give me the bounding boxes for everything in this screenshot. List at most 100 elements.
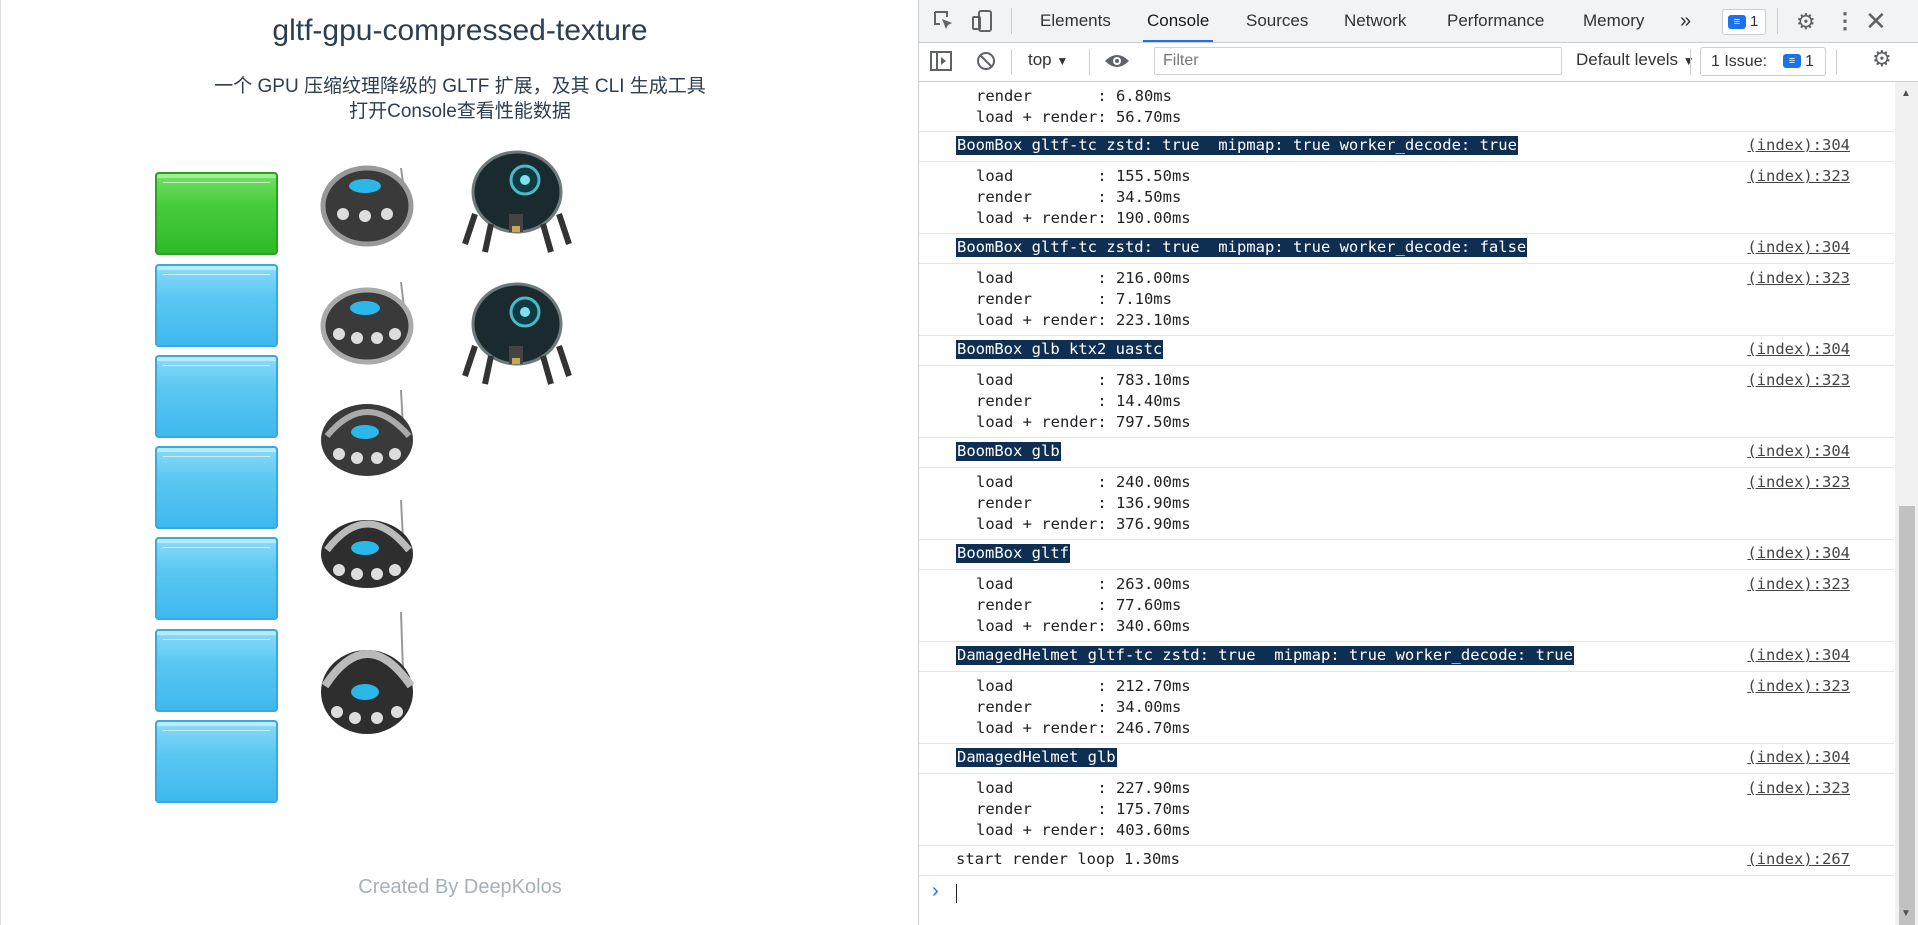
log-levels-select[interactable]: Default levels ▼ xyxy=(1576,50,1695,70)
group-header-row[interactable]: DamagedHelmet gltf-tc zstd: true mipmap:… xyxy=(919,641,1894,672)
context-select-value: top xyxy=(1028,50,1052,69)
log-line: load + render: 403.60ms xyxy=(976,821,1191,839)
message-icon: ≡ xyxy=(1728,15,1746,29)
divider xyxy=(1011,49,1012,75)
console-scrollbar[interactable]: ▲ ▼ xyxy=(1895,82,1918,925)
scrollbar-thumb[interactable] xyxy=(1899,506,1915,925)
issues-count: 1 xyxy=(1805,53,1814,70)
close-icon[interactable]: ✕ xyxy=(1865,6,1887,37)
log-line: render : 7.10ms xyxy=(976,290,1172,308)
group-body: load : 212.70ms render : 34.00ms load + … xyxy=(919,672,1894,744)
log-line: load : 155.50ms xyxy=(976,167,1191,185)
context-select[interactable]: top ▼ xyxy=(1028,50,1068,70)
boombox-model xyxy=(321,612,415,734)
eye-icon[interactable] xyxy=(1104,51,1130,76)
log-line: load : 783.10ms xyxy=(976,371,1191,389)
divider xyxy=(1836,49,1837,75)
console-output: render : 6.80ms load + render: 56.70ms B… xyxy=(919,82,1894,925)
inspect-icon[interactable] xyxy=(933,10,955,37)
log-line: load : 212.70ms xyxy=(976,677,1191,695)
settings-gear-icon[interactable]: ⚙ xyxy=(1796,9,1816,35)
tab-elements[interactable]: Elements xyxy=(1040,0,1111,42)
pouch-model xyxy=(155,355,278,438)
filter-input[interactable] xyxy=(1154,47,1562,75)
divider xyxy=(1089,49,1090,75)
log-line: render : 77.60ms xyxy=(976,596,1182,614)
source-link[interactable]: (index):267 xyxy=(1747,850,1850,868)
group-header[interactable]: BoomBox gltf xyxy=(956,544,1070,563)
group-header[interactable]: DamagedHelmet gltf-tc zstd: true mipmap:… xyxy=(956,646,1574,665)
log-line: load : 240.00ms xyxy=(976,473,1191,491)
source-link[interactable]: (index):304 xyxy=(1747,748,1850,766)
issues-button[interactable]: 1 Issue: ≡ 1 xyxy=(1700,47,1826,76)
pouch-model-green xyxy=(155,172,278,255)
sidebar-toggle-icon[interactable] xyxy=(929,50,953,77)
log-line: start render loop 1.30ms xyxy=(956,850,1180,868)
source-link[interactable]: (index):304 xyxy=(1747,340,1850,358)
source-link[interactable]: (index):323 xyxy=(1747,575,1850,593)
source-link[interactable]: (index):304 xyxy=(1747,238,1850,256)
damaged-helmet-model xyxy=(462,150,572,253)
clear-console-icon[interactable] xyxy=(975,50,997,77)
tab-performance[interactable]: Performance xyxy=(1447,0,1544,42)
source-link[interactable]: (index):304 xyxy=(1747,442,1850,460)
page-title: gltf-gpu-compressed-texture xyxy=(272,14,648,47)
tab-console[interactable]: Console xyxy=(1142,0,1214,42)
pouch-model xyxy=(155,629,278,712)
chevron-down-icon: ▼ xyxy=(1056,54,1069,68)
chevron-down-icon: ▼ xyxy=(1682,54,1695,68)
source-link[interactable]: (index):323 xyxy=(1747,167,1850,185)
group-header[interactable]: BoomBox glb xyxy=(956,442,1061,461)
tab-sources[interactable]: Sources xyxy=(1246,0,1308,42)
group-header-row[interactable]: BoomBox glb (index):304 xyxy=(919,437,1894,468)
source-link[interactable]: (index):304 xyxy=(1747,646,1850,664)
group-header-row[interactable]: BoomBox gltf-tc zstd: true mipmap: true … xyxy=(919,131,1894,162)
console-prompt[interactable]: › xyxy=(919,876,1894,912)
group-header[interactable]: DamagedHelmet glb xyxy=(956,748,1117,767)
source-link[interactable]: (index):323 xyxy=(1747,371,1850,389)
group-header-row[interactable]: DamagedHelmet glb (index):304 xyxy=(919,743,1894,774)
group-body: load : 263.00ms render : 77.60ms load + … xyxy=(919,570,1894,642)
source-link[interactable]: (index):323 xyxy=(1747,473,1850,491)
text-cursor xyxy=(956,884,957,903)
messages-count: 1 xyxy=(1750,13,1759,30)
group-header[interactable]: BoomBox gltf-tc zstd: true mipmap: true … xyxy=(956,136,1518,155)
log-line: render : 34.50ms xyxy=(976,188,1182,206)
device-toggle-icon[interactable] xyxy=(971,9,993,38)
tab-network[interactable]: Network xyxy=(1344,0,1406,42)
log-line: load : 216.00ms xyxy=(976,269,1191,287)
boombox-model xyxy=(320,165,414,247)
log-line: render : 175.70ms xyxy=(976,800,1191,818)
source-link[interactable]: (index):323 xyxy=(1747,677,1850,695)
more-tabs-button[interactable]: » xyxy=(1680,0,1691,42)
source-link[interactable]: (index):323 xyxy=(1747,269,1850,287)
source-link[interactable]: (index):304 xyxy=(1747,544,1850,562)
group-header-row[interactable]: BoomBox gltf-tc zstd: true mipmap: true … xyxy=(919,233,1894,264)
devtools-panel: Elements Console Sources Network Perform… xyxy=(918,0,1918,925)
footer-credit: Created By DeepKolos xyxy=(358,876,562,898)
group-header[interactable]: BoomBox glb ktx2 uastc xyxy=(956,340,1164,359)
group-body: load : 227.90ms render : 175.70ms load +… xyxy=(919,774,1894,846)
scroll-down-icon[interactable]: ▼ xyxy=(1901,908,1911,919)
source-link[interactable]: (index):323 xyxy=(1747,779,1850,797)
console-settings-icon[interactable]: ⚙ xyxy=(1872,46,1892,72)
group-header-row[interactable]: BoomBox gltf (index):304 xyxy=(919,539,1894,570)
tab-memory[interactable]: Memory xyxy=(1583,0,1644,42)
boombox-model xyxy=(321,389,413,476)
damaged-helmet-model xyxy=(462,282,572,385)
page-hint: 打开Console查看性能数据 xyxy=(349,101,571,122)
scroll-up-icon[interactable]: ▲ xyxy=(1901,88,1911,99)
issues-label: 1 Issue: xyxy=(1711,53,1768,70)
log-line: load + render: 223.10ms xyxy=(976,311,1191,329)
divider xyxy=(1777,8,1778,34)
more-vert-icon[interactable]: ⋮ xyxy=(1834,8,1856,34)
log-line: load + render: 190.00ms xyxy=(976,209,1191,227)
log-line: load + render: 246.70ms xyxy=(976,719,1191,737)
messages-counter[interactable]: ≡ 1 xyxy=(1722,9,1766,35)
pouch-model xyxy=(155,537,278,620)
log-levels-value: Default levels xyxy=(1576,50,1679,69)
log-line: load + render: 797.50ms xyxy=(976,413,1191,431)
group-header-row[interactable]: BoomBox glb ktx2 uastc (index):304 xyxy=(919,335,1894,366)
source-link[interactable]: (index):304 xyxy=(1747,136,1850,154)
group-header[interactable]: BoomBox gltf-tc zstd: true mipmap: true … xyxy=(956,238,1528,257)
